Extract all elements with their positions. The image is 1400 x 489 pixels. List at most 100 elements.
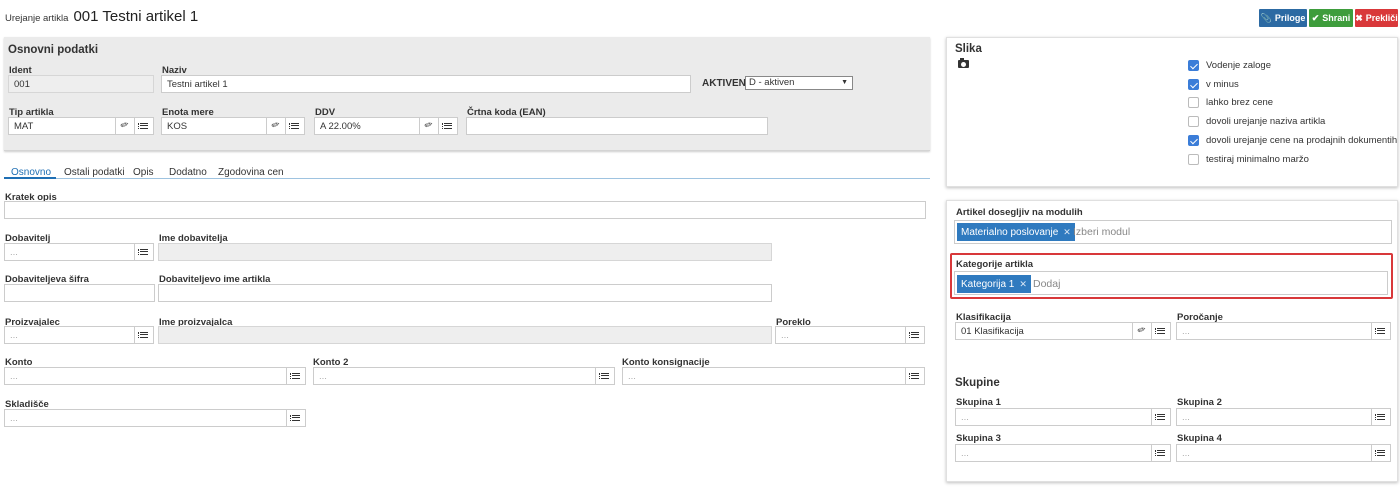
vat-field[interactable]: A 22.00% (314, 117, 420, 135)
min-margin-checkbox[interactable] (1188, 154, 1199, 165)
image-panel (946, 37, 1398, 187)
attachments-button[interactable]: 📎 Priloge (1259, 9, 1307, 27)
warehouse-field[interactable]: ... (4, 409, 287, 427)
list-icon (599, 372, 609, 379)
active-label: AKTIVEN (702, 78, 746, 89)
short-desc-field[interactable] (4, 201, 926, 219)
supplier-name-field (158, 243, 772, 261)
cancel-button[interactable]: ✖ Prekliči (1355, 9, 1398, 27)
remove-tag-icon[interactable]: ✕ (1063, 227, 1071, 238)
modules-label: Artikel dosegljiv na modulih (956, 207, 1083, 218)
unit-list-button[interactable] (285, 117, 305, 135)
group4-list-button[interactable] (1371, 444, 1391, 462)
save-button[interactable]: ✔ Shrani (1309, 9, 1353, 27)
account2-field[interactable]: ... (313, 367, 596, 385)
group4-field[interactable]: ... (1176, 444, 1372, 462)
report-list-button[interactable] (1371, 322, 1391, 340)
vat-list-button[interactable] (438, 117, 458, 135)
active-tab-underline (4, 177, 56, 179)
active-select[interactable]: D - aktiven ▼ (745, 76, 853, 90)
edit-price-checkbox[interactable] (1188, 135, 1199, 146)
group4-label: Skupina 4 (1177, 433, 1222, 444)
categories-label: Kategorije artikla (956, 259, 1034, 270)
basic-data-title: Osnovni podatki (8, 44, 99, 56)
paperclip-icon: 📎 (1260, 12, 1272, 23)
edit-name-label: dovoli urejanje naziva artikla (1206, 116, 1326, 127)
no-price-label: lahko brez cene (1206, 97, 1274, 108)
dropdown-arrow-icon: ▼ (841, 79, 848, 86)
list-icon (138, 248, 148, 255)
name-field[interactable]: Testni artikel 1 (161, 75, 691, 93)
list-icon (1375, 449, 1385, 456)
group2-list-button[interactable] (1371, 408, 1391, 426)
warehouse-list-button[interactable] (286, 409, 306, 427)
page-header: Urejanje artikla 001 Testni artikel 1 (5, 8, 198, 25)
group1-list-button[interactable] (1151, 408, 1171, 426)
list-icon (909, 372, 919, 379)
ean-field[interactable] (466, 117, 768, 135)
group3-field[interactable]: ... (955, 444, 1152, 462)
group2-field[interactable]: ... (1176, 408, 1372, 426)
allow-negative-checkbox[interactable] (1188, 79, 1199, 90)
ident-field[interactable]: 001 (8, 75, 154, 93)
close-icon: ✖ (1355, 12, 1363, 23)
group3-label: Skupina 3 (956, 433, 1001, 444)
origin-field[interactable]: ... (775, 326, 906, 344)
unit-field[interactable]: KOS (161, 117, 267, 135)
eraser-icon: ✏ (422, 118, 435, 133)
tab-dodatno[interactable]: Dodatno (169, 167, 207, 178)
categories-placeholder: Dodaj (1033, 278, 1061, 290)
list-icon (290, 414, 300, 421)
list-icon (442, 122, 452, 129)
supplier-code-field[interactable] (4, 284, 155, 302)
tab-ostali-podatki[interactable]: Ostali podatki (64, 167, 125, 178)
list-icon (138, 331, 148, 338)
report-field[interactable]: ... (1176, 322, 1372, 340)
account2-list-button[interactable] (595, 367, 615, 385)
account-list-button[interactable] (286, 367, 306, 385)
account-field[interactable]: ... (4, 367, 287, 385)
origin-list-button[interactable] (905, 326, 925, 344)
list-icon (1155, 449, 1165, 456)
producer-field[interactable]: ... (4, 326, 135, 344)
tab-zgodovina-cen[interactable]: Zgodovina cen (218, 167, 284, 178)
list-icon (1375, 413, 1385, 420)
group1-field[interactable]: ... (955, 408, 1152, 426)
groups-title: Skupine (955, 377, 1000, 389)
producer-list-button[interactable] (134, 326, 154, 344)
list-icon (909, 331, 919, 338)
supplier-list-button[interactable] (134, 243, 154, 261)
type-list-button[interactable] (134, 117, 154, 135)
supplier-field[interactable]: ... (4, 243, 135, 261)
classification-clear-button[interactable]: ✏ (1132, 322, 1152, 340)
eraser-icon: ✏ (269, 118, 282, 133)
classification-list-button[interactable] (1151, 322, 1171, 340)
vat-clear-button[interactable]: ✏ (419, 117, 439, 135)
category-tag[interactable]: Kategorija 1 ✕ (957, 275, 1031, 293)
image-title: Slika (955, 43, 982, 55)
list-icon (1375, 327, 1385, 334)
camera-icon[interactable] (958, 58, 969, 68)
eraser-icon: ✏ (118, 118, 131, 133)
supplier-item-field[interactable] (158, 284, 772, 302)
eraser-icon: ✏ (1135, 323, 1148, 338)
module-tag[interactable]: Materialno poslovanje ✕ (957, 223, 1075, 241)
remove-tag-icon[interactable]: ✕ (1019, 279, 1027, 290)
group3-list-button[interactable] (1151, 444, 1171, 462)
type-clear-button[interactable]: ✏ (115, 117, 135, 135)
edit-name-checkbox[interactable] (1188, 116, 1199, 127)
type-field[interactable]: MAT (8, 117, 116, 135)
list-icon (1155, 327, 1165, 334)
unit-clear-button[interactable]: ✏ (266, 117, 286, 135)
tab-opis[interactable]: Opis (133, 167, 154, 178)
no-price-checkbox[interactable] (1188, 97, 1199, 108)
consign-field[interactable]: ... (622, 367, 906, 385)
stock-tracking-checkbox[interactable] (1188, 60, 1199, 71)
consign-list-button[interactable] (905, 367, 925, 385)
tabs-divider (4, 178, 930, 179)
producer-name-field (158, 326, 772, 344)
classification-field[interactable]: 01 Klasifikacija (955, 322, 1133, 340)
list-icon (290, 372, 300, 379)
modules-placeholder: Izberi modul (1073, 226, 1131, 238)
page-title-prefix: Urejanje artikla (5, 13, 69, 24)
